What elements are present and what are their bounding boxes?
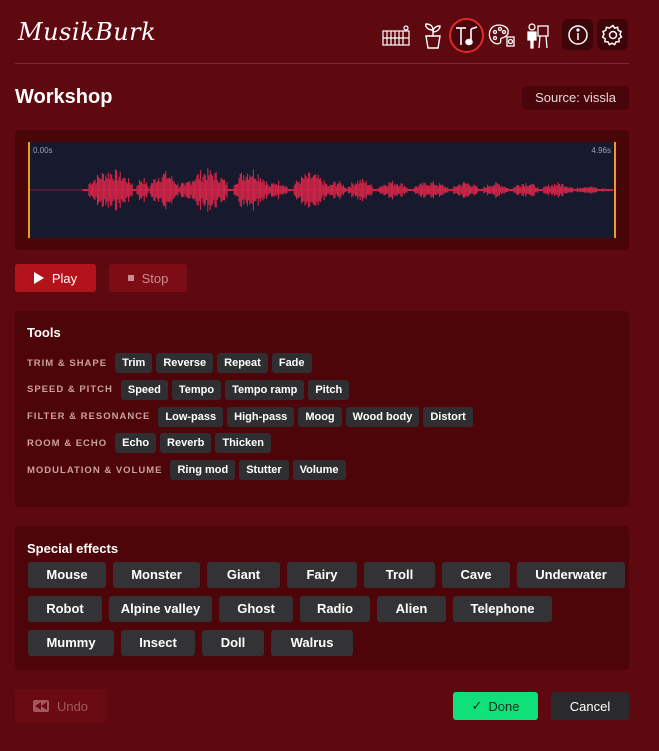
tool-category-label: MODULATION & VOLUME: [27, 464, 163, 476]
tool-category-row: SPEED & PITCH Speed Tempo Tempo ramp Pitch: [27, 379, 353, 400]
tool-category-row: ROOM & ECHO Echo Reverb Thicken: [27, 433, 275, 454]
tool-chip[interactable]: Ring mod: [170, 460, 236, 480]
effect-button[interactable]: Underwater: [517, 562, 625, 588]
tools-panel: Tools TRIM & SHAPE Trim Reverse Repeat Fade S…: [15, 311, 629, 507]
settings-icon[interactable]: [597, 19, 628, 50]
info-icon[interactable]: [562, 19, 593, 50]
tool-chip[interactable]: Tempo: [171, 379, 222, 400]
effect-button[interactable]: Radio: [300, 596, 370, 622]
effect-button[interactable]: Alien: [377, 596, 446, 622]
app-logo: MusikBurk: [18, 18, 157, 46]
special-effects-row: Mummy Insect Doll Walrus: [28, 630, 360, 656]
tool-chip[interactable]: Fade: [271, 353, 312, 373]
effect-button[interactable]: Troll: [364, 562, 435, 588]
effect-button[interactable]: Mummy: [28, 630, 114, 656]
tool-chip[interactable]: Reverse: [156, 353, 214, 373]
page-title: Workshop: [15, 86, 113, 108]
done-button[interactable]: ✓ Done: [453, 692, 538, 720]
tool-category-row: MODULATION & VOLUME Ring mod Stutter Volume: [27, 460, 350, 480]
stop-icon: [127, 275, 134, 281]
tool-chip[interactable]: Moog: [298, 406, 342, 427]
effect-button[interactable]: Insect: [121, 630, 195, 656]
tool-category-label: ROOM & ECHO: [27, 437, 108, 449]
tool-chip[interactable]: High-pass: [227, 406, 295, 427]
special-effects-row: Mouse Monster Giant Fairy Troll Cave Underwate…: [28, 562, 632, 588]
rewind-icon: [32, 700, 49, 712]
tool-chip[interactable]: Stutter: [239, 460, 289, 480]
effect-button[interactable]: Mouse: [28, 562, 106, 588]
effect-button[interactable]: Monster: [113, 562, 200, 588]
header-divider: [15, 63, 629, 64]
effect-button[interactable]: Walrus: [271, 630, 353, 656]
plant-icon[interactable]: [417, 20, 449, 52]
waveform-panel: 0.00s 4.96s: [15, 130, 629, 250]
play-button-label: Play: [51, 270, 78, 286]
special-effects-row: Robot Alpine valley Ghost Radio Alien Telepho…: [28, 596, 559, 622]
tool-chip[interactable]: Volume: [292, 460, 346, 480]
end-time-label: 4.96s: [591, 146, 611, 155]
studio-icon[interactable]: [521, 20, 553, 52]
tool-category-label: FILTER & RESONANCE: [27, 411, 151, 422]
effect-button[interactable]: Alpine valley: [109, 596, 212, 622]
undo-button-label: Undo: [56, 698, 89, 714]
effect-button[interactable]: Cave: [442, 562, 510, 588]
cancel-button[interactable]: Cancel: [551, 692, 629, 720]
effect-button[interactable]: Robot: [28, 596, 102, 622]
tool-chip[interactable]: Trim: [115, 353, 153, 373]
done-button-label: Done: [488, 698, 520, 714]
undo-button[interactable]: Undo: [15, 689, 106, 723]
tool-category-row: TRIM & SHAPE Trim Reverse Repeat Fade: [27, 353, 316, 373]
app-header: MusikBurk: [0, 0, 659, 64]
waveform-display[interactable]: 0.00s 4.96s: [28, 142, 616, 238]
tool-chip[interactable]: Reverb: [160, 433, 212, 454]
stop-button-label: Stop: [141, 270, 169, 286]
library-icon[interactable]: [380, 20, 412, 52]
check-icon: ✓: [471, 698, 483, 713]
play-icon: [33, 272, 44, 284]
tools-title: Tools: [27, 325, 61, 340]
special-effects-panel: Special effects Mouse Monster Giant Fairy Tr…: [15, 526, 629, 670]
tool-chip[interactable]: Repeat: [217, 353, 268, 373]
tool-chip[interactable]: Distort: [423, 406, 473, 427]
effect-button[interactable]: Telephone: [453, 596, 552, 622]
palette-icon[interactable]: [486, 20, 518, 52]
start-time-label: 0.00s: [33, 146, 53, 155]
special-effects-title: Special effects: [27, 541, 119, 556]
tool-chip[interactable]: Thicken: [215, 433, 271, 454]
effect-button[interactable]: Giant: [207, 562, 280, 588]
cancel-button-label: Cancel: [569, 698, 611, 714]
tool-chip[interactable]: Speed: [120, 379, 168, 400]
effect-button[interactable]: Fairy: [287, 562, 357, 588]
effect-button[interactable]: Ghost: [219, 596, 293, 622]
workshop-icon[interactable]: [449, 18, 484, 53]
stop-button[interactable]: Stop: [109, 264, 187, 292]
tool-category-row: FILTER & RESONANCE Low-pass High-pass Moog W…: [27, 406, 477, 427]
tool-chip[interactable]: Pitch: [308, 379, 350, 400]
tool-chip[interactable]: Low-pass: [158, 406, 224, 427]
tool-chip[interactable]: Tempo ramp: [225, 379, 305, 400]
source-badge: Source: vissla: [522, 86, 629, 110]
tool-chip[interactable]: Echo: [115, 433, 157, 454]
effect-button[interactable]: Doll: [202, 630, 264, 656]
trim-start-marker[interactable]: [28, 142, 30, 238]
tool-category-label: SPEED & PITCH: [27, 384, 113, 396]
tool-category-label: TRIM & SHAPE: [27, 357, 108, 369]
trim-end-marker[interactable]: [614, 142, 616, 238]
waveform-graph: [28, 168, 616, 212]
tool-chip[interactable]: Wood body: [345, 406, 420, 427]
play-button[interactable]: Play: [15, 264, 96, 292]
